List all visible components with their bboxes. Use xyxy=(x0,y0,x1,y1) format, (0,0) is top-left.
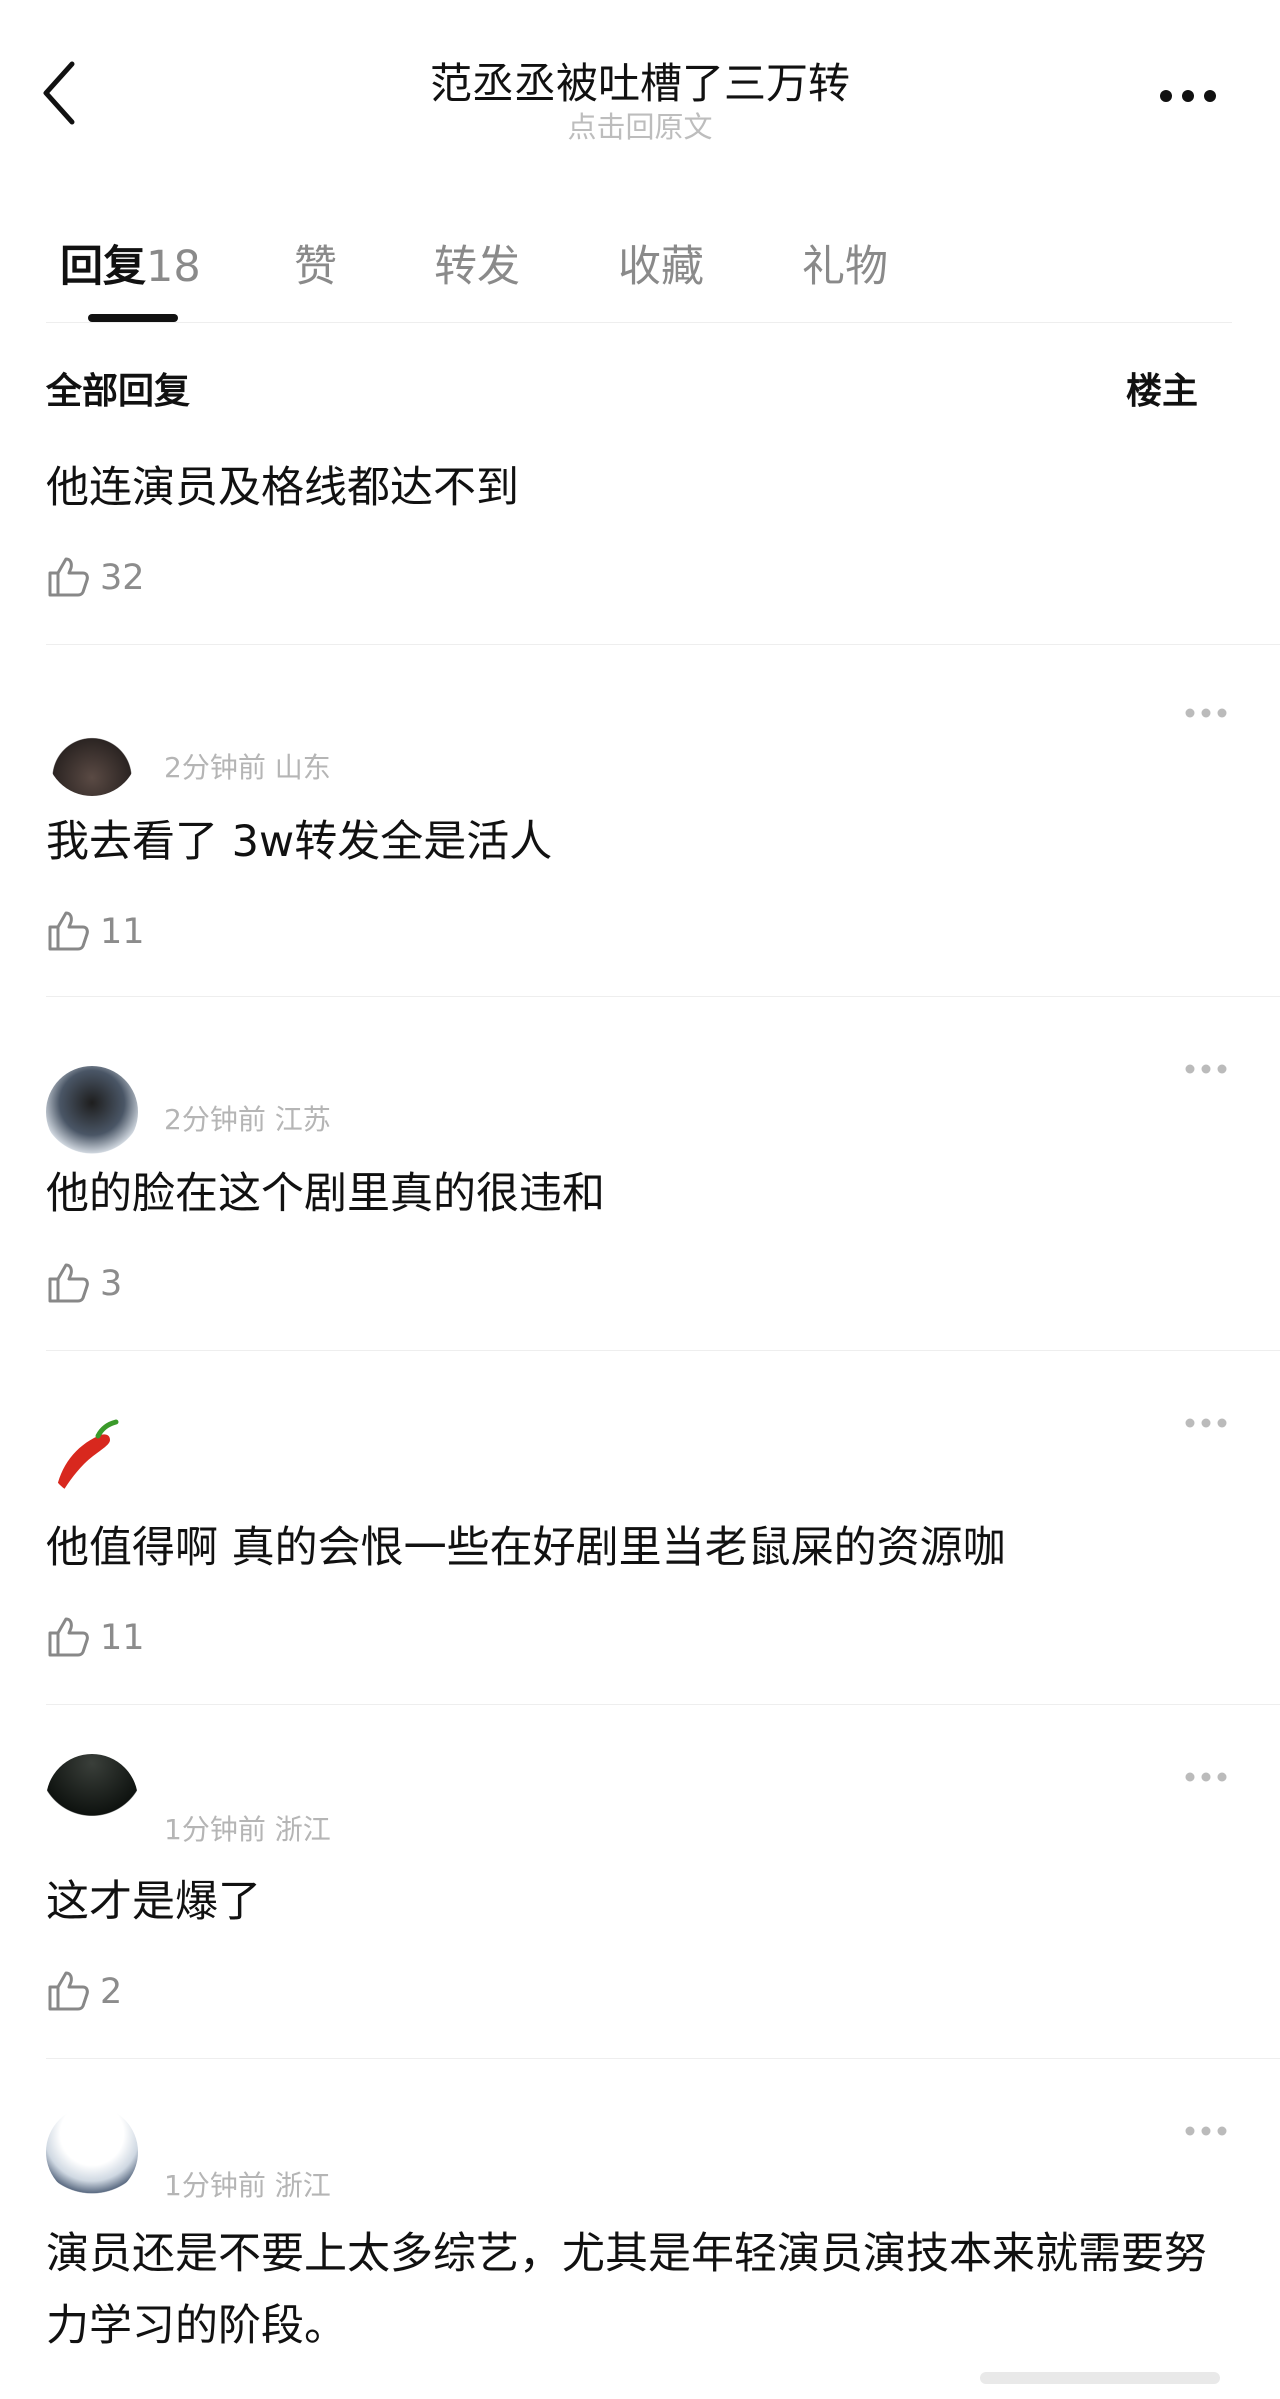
comment-item: 1分钟前 浙江 演员还是不要上太多综艺，尤其是年轻演员演技本来就需要努力学习的阶… xyxy=(0,2078,1280,2399)
active-tab-indicator xyxy=(88,314,178,322)
comment-text: 他连演员及格线都达不到 xyxy=(46,463,519,513)
tab-replies-label: 回复 xyxy=(60,242,146,292)
like-count: 11 xyxy=(100,912,145,952)
comment-more-button[interactable] xyxy=(1180,698,1240,728)
more-dots-icon xyxy=(1160,90,1216,102)
comment-meta: 1分钟前 浙江 xyxy=(164,2169,331,2202)
comment-item: 他值得啊 真的会恨一些在好剧里当老鼠屎的资源咖 11 xyxy=(0,1370,1280,1700)
tab-likes[interactable]: 赞 xyxy=(294,232,337,294)
comment-more-button[interactable] xyxy=(1180,1762,1240,1792)
thumbs-up-icon xyxy=(48,557,89,597)
like-count: 2 xyxy=(100,1972,123,2012)
tab-reposts[interactable]: 转发 xyxy=(434,232,520,294)
more-dots-icon xyxy=(1185,1772,1227,1782)
original-poster-filter[interactable]: 楼主 xyxy=(1126,362,1198,414)
more-dots-icon xyxy=(1185,1064,1227,1074)
comment-text: 这才是爆了 xyxy=(46,1877,261,1927)
back-to-original-link[interactable]: 点击回原文 xyxy=(0,104,1280,146)
tab-favorites-label: 收藏 xyxy=(618,242,704,292)
more-options-button[interactable] xyxy=(1152,70,1232,120)
thumbs-up-icon xyxy=(48,1971,89,2011)
comment-more-button[interactable] xyxy=(1180,2116,1240,2146)
comment-meta: 2分钟前 山东 xyxy=(164,751,331,784)
comment-text: 他的脸在这个剧里真的很违和 xyxy=(46,1169,605,1219)
thumbs-up-icon xyxy=(48,1263,89,1303)
more-dots-icon xyxy=(1185,708,1227,718)
thumbs-up-icon xyxy=(48,911,89,951)
like-count: 11 xyxy=(100,1618,145,1658)
comment-divider xyxy=(46,996,1280,997)
avatar[interactable] xyxy=(46,1406,138,1498)
comment-meta: 2分钟前 江苏 xyxy=(164,1103,331,1136)
avatar[interactable] xyxy=(46,1754,138,1846)
tab-replies[interactable]: 回复18 xyxy=(60,232,201,294)
comment-item: 1分钟前 浙江 这才是爆了 2 xyxy=(0,1724,1280,2054)
comment-item: 2分钟前 山东 我去看了 3w转发全是活人 11 xyxy=(0,664,1280,994)
comment-divider xyxy=(46,1350,1280,1351)
tab-replies-count: 18 xyxy=(146,242,201,292)
comment-more-button[interactable] xyxy=(1180,1054,1240,1084)
home-indicator xyxy=(980,2372,1220,2384)
top-navigation-bar: 范丞丞被吐槽了三万转 点击回原文 xyxy=(0,0,1280,170)
comment-more-button[interactable] xyxy=(1180,1408,1240,1438)
page-title: 范丞丞被吐槽了三万转 xyxy=(429,59,850,108)
comment-divider xyxy=(46,644,1280,645)
all-replies-heading: 全部回复 xyxy=(46,371,191,412)
more-dots-icon xyxy=(1185,1418,1227,1428)
tab-gifts-label: 礼物 xyxy=(802,242,888,292)
comment-text: 我去看了 3w转发全是活人 xyxy=(46,817,553,867)
comment-text: 他值得啊 真的会恨一些在好剧里当老鼠屎的资源咖 xyxy=(46,1523,1006,1573)
tabs-divider xyxy=(46,322,1232,323)
avatar[interactable] xyxy=(46,704,138,796)
avatar[interactable] xyxy=(46,1066,138,1158)
comment-meta: 1分钟前 浙江 xyxy=(164,1813,331,1846)
comment-text: 演员还是不要上太多综艺，尤其是年轻演员演技本来就需要努力学习的阶段。 xyxy=(46,2229,1207,2351)
comment-item: 2分钟前 江苏 他的脸在这个剧里真的很违和 3 xyxy=(0,1016,1280,1346)
thumbs-up-icon xyxy=(48,1617,89,1657)
chili-pepper-icon xyxy=(56,1419,119,1496)
tab-bar: 回复18 赞 转发 收藏 礼物 xyxy=(46,222,1246,322)
avatar[interactable] xyxy=(46,2106,138,2198)
comment-divider xyxy=(46,2058,1280,2059)
tab-reposts-label: 转发 xyxy=(434,242,520,292)
comment-divider xyxy=(46,1704,1280,1705)
like-count: 32 xyxy=(100,558,145,598)
tab-gifts[interactable]: 礼物 xyxy=(802,232,888,294)
tab-likes-label: 赞 xyxy=(294,242,337,292)
like-count: 3 xyxy=(100,1264,123,1304)
tab-favorites[interactable]: 收藏 xyxy=(618,232,704,294)
comment-item: 他连演员及格线都达不到 32 xyxy=(0,452,1280,642)
more-dots-icon xyxy=(1185,2126,1227,2136)
